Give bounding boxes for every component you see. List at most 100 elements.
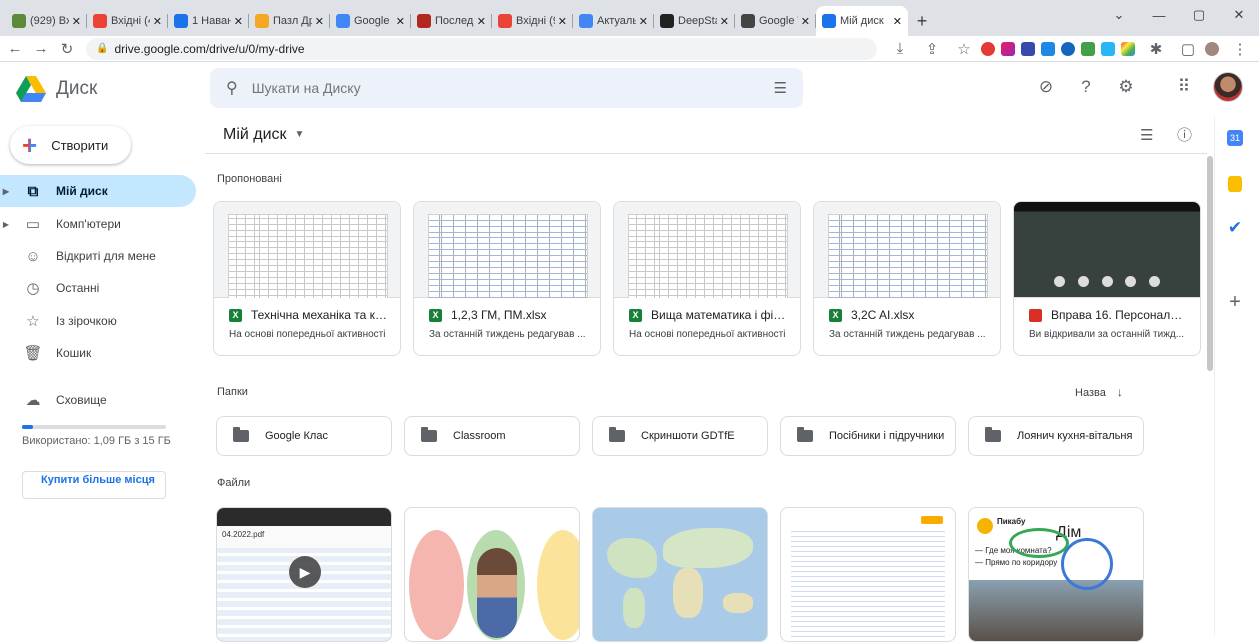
browser-tab[interactable]: Google W✕ [735,6,816,36]
buy-storage-button[interactable]: Купити більше місця [22,471,166,499]
expand-arrow-icon[interactable]: ▶ [0,220,12,229]
suggested-file-card[interactable]: X 1,2,3 ГМ, ПМ.xlsx За останній тиждень ре… [413,201,601,356]
help-icon[interactable]: ? [1075,76,1097,98]
browser-tab[interactable]: Актуальн✕ [573,6,654,36]
avatar[interactable] [1213,72,1243,102]
gmail-icon [93,14,107,28]
browser-tab[interactable]: Пазл Дре✕ [249,6,330,36]
pen-extension-icon[interactable] [1001,41,1015,56]
install-icon[interactable]: ⤓ [889,40,911,57]
minimize-icon[interactable]: — [1139,0,1179,30]
browser-tab[interactable]: 1 Навант✕ [168,6,249,36]
add-addon-icon[interactable]: + [1225,291,1245,313]
flag-extension-icon[interactable] [1041,41,1055,56]
share-icon[interactable]: ⇪ [921,40,943,58]
extensions-puzzle-icon[interactable]: ✱ [1145,40,1167,58]
sidebar-item-cloud[interactable]: ☁ Сховище [0,384,196,416]
folder-item[interactable]: Classroom [404,416,580,456]
create-button[interactable]: + Створити [10,126,131,164]
file-name: X Вища математика і фізик... [614,298,800,326]
browser-menu-icon[interactable]: ⋮ [1229,40,1251,58]
browser-tab[interactable]: DeepStat✕ [654,6,735,36]
sidebar-item-computer[interactable]: ▶ ▭ Комп'ютери [0,208,196,240]
search-box[interactable]: ⚲ ☰ [210,68,803,108]
folder-item[interactable]: Google Клас [216,416,392,456]
close-tab-icon[interactable]: ✕ [153,15,162,28]
folder-icon [609,427,625,442]
file-card-document[interactable] [780,507,956,642]
close-tab-icon[interactable]: ✕ [72,15,81,28]
computer-icon: ▭ [25,216,41,233]
close-tab-icon[interactable]: ✕ [639,15,648,28]
play-icon[interactable]: ▶ [289,556,321,588]
blue-extension-icon[interactable] [1101,41,1115,56]
drive-logo[interactable]: Диск [16,76,206,102]
suggested-file-card[interactable]: X Технічна механіка та ком... На основі по… [213,201,401,356]
folder-item[interactable]: Посібники і підручники [780,416,956,456]
record-extension-icon[interactable] [1061,41,1075,56]
tasks-icon[interactable]: ✔ [1225,218,1245,238]
file-card-map[interactable] [592,507,768,642]
close-tab-icon[interactable]: ✕ [477,15,486,28]
color-extension-icon[interactable] [1121,41,1135,56]
tab-search-icon[interactable]: ⌄ [1099,0,1139,30]
list-view-icon[interactable]: ☰ [1140,126,1153,144]
address-bar[interactable]: 🔒 drive.google.com/drive/u/0/my-drive [86,37,877,60]
browser-tab[interactable]: (929) Вхід✕ [6,6,87,36]
deepstate-icon [660,14,674,28]
sidebar-item-trash[interactable]: 🗑 Кошик [0,337,196,369]
keep-icon[interactable] [1228,176,1242,192]
expand-arrow-icon[interactable]: ▶ [0,187,12,196]
folder-item[interactable]: Скриншоти GDTfE [592,416,768,456]
browser-tab[interactable]: Google Пр✕ [330,6,411,36]
file-card-image[interactable] [404,507,580,642]
calendar-icon[interactable]: 31 [1227,130,1243,146]
forward-icon[interactable]: → [30,40,52,57]
new-tab-button[interactable]: + [908,6,936,36]
browser-tab[interactable]: Мій диск ✕ [816,6,908,36]
offline-ready-icon[interactable]: ⊘ [1035,76,1057,98]
page-title[interactable]: Мій диск [223,126,287,144]
profile-icon[interactable] [1205,41,1219,56]
close-tab-icon[interactable]: ✕ [396,15,405,28]
file-card-pdf[interactable]: 04.2022.pdf ▶ [216,507,392,642]
search-icon[interactable]: ⚲ [226,78,238,98]
close-tab-icon[interactable]: ✕ [801,15,810,28]
sidebar-item-star[interactable]: ☆ Із зірочкою [0,305,196,337]
close-tab-icon[interactable]: ✕ [720,15,729,28]
search-options-icon[interactable]: ☰ [774,79,787,97]
apps-grid-icon[interactable]: ⠿ [1173,76,1195,98]
suggested-file-card[interactable]: X 3,2C AI.xlsx За останній тиждень редагув… [813,201,1001,356]
browser-tab[interactable]: Последн✕ [411,6,492,36]
close-window-icon[interactable]: ✕ [1219,0,1259,30]
file-card-meme[interactable]: Пикабу Дім — Где моя комната? — Прямо по… [968,507,1144,642]
folder-item[interactable]: Лоянич кухня-вітальня [968,416,1144,456]
suggested-file-card[interactable]: X Вища математика і фізик... На основі поп… [613,201,801,356]
browser-tab[interactable]: Вхідні (9 ✕ [492,6,573,36]
bookmark-star-icon[interactable]: ☆ [953,40,975,58]
close-tab-icon[interactable]: ✕ [558,15,567,28]
chevron-down-icon[interactable]: ▼ [295,129,305,140]
sort-button[interactable]: Назва ↓ [1075,385,1123,399]
translator-extension-icon[interactable] [1021,41,1035,56]
sidebar-item-shared[interactable]: ☺ Відкриті для мене [0,240,196,272]
browser-tab[interactable]: Вхідні (45✕ [87,6,168,36]
search-input[interactable] [251,80,774,96]
close-tab-icon[interactable]: ✕ [315,15,324,28]
green-extension-icon[interactable] [1081,41,1095,56]
side-panel-icon[interactable]: ▢ [1177,40,1199,58]
suggested-file-card[interactable]: Вправа 16. Персональни... Ви відкривали з… [1013,201,1201,356]
sidebar-item-clock[interactable]: ◷ Останні [0,272,196,304]
adblock-icon[interactable] [981,41,995,56]
scrollbar[interactable] [1207,156,1213,371]
sidebar-item-my-drive[interactable]: ▶ ⧉ Мій диск [0,175,196,207]
reload-icon[interactable]: ↻ [56,40,78,58]
close-tab-icon[interactable]: ✕ [234,15,243,28]
info-icon[interactable]: ⓘ [1177,124,1192,145]
file-thumbnail [814,202,1000,298]
restore-icon[interactable]: ▢ [1179,0,1219,30]
close-tab-icon[interactable]: ✕ [893,15,902,28]
drive-logo-icon [16,76,46,102]
back-icon[interactable]: ← [4,40,26,57]
settings-gear-icon[interactable]: ⚙ [1115,76,1137,98]
